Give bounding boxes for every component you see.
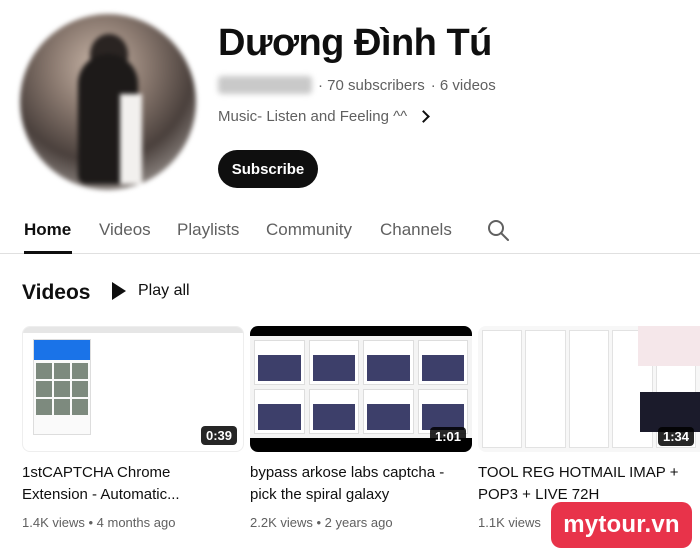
- subscriber-count: · 70 subscribers: [318, 76, 425, 94]
- video-meta: 1.4K views • 4 months ago: [22, 515, 176, 530]
- play-icon: [112, 282, 126, 300]
- channel-about-link[interactable]: Music- Listen and Feeling ^^: [218, 108, 431, 125]
- video-duration: 0:39: [200, 426, 237, 445]
- video-age: 2 years ago: [324, 515, 393, 530]
- watermark-logo: mytour.vn: [551, 502, 692, 548]
- video-views: 1.1K views: [478, 515, 541, 530]
- channel-name: Dương Đình Tú: [218, 22, 492, 64]
- chevron-right-icon: [417, 110, 431, 123]
- video-age: 4 months ago: [96, 515, 176, 530]
- play-all-label: Play all: [138, 282, 190, 299]
- channel-header: Dương Đình Tú · 70 subscribers · 6 video…: [0, 0, 700, 205]
- video-meta: 2.2K views • 2 years ago: [250, 515, 393, 530]
- active-tab-indicator: [24, 251, 72, 254]
- video-views: 1.4K views: [22, 515, 85, 530]
- channel-avatar[interactable]: [20, 14, 196, 190]
- channel-tabs: Home Videos Playlists Community Channels: [0, 210, 700, 254]
- channel-about-text: Music- Listen and Feeling ^^: [218, 108, 408, 125]
- channel-meta: · 70 subscribers · 6 videos: [218, 76, 496, 94]
- tab-community[interactable]: Community: [266, 220, 352, 240]
- search-icon[interactable]: [486, 218, 510, 242]
- video-count: · 6 videos: [430, 76, 496, 94]
- video-title[interactable]: TOOL REG HOTMAIL IMAP + POP3 + LIVE 72H: [478, 462, 696, 506]
- video-title[interactable]: 1stCAPTCHA Chrome Extension - Automatic.…: [22, 462, 240, 506]
- video-duration: 1:34: [657, 427, 694, 446]
- tab-videos[interactable]: Videos: [99, 220, 151, 240]
- video-thumbnail[interactable]: 1:34: [478, 326, 700, 452]
- channel-handle-blurred: [218, 76, 312, 94]
- play-all-button[interactable]: Play all: [112, 282, 190, 300]
- video-duration: 1:01: [429, 427, 466, 446]
- tab-channels[interactable]: Channels: [380, 220, 452, 240]
- section-title: Videos: [22, 281, 91, 304]
- tab-playlists[interactable]: Playlists: [177, 220, 239, 240]
- subscribe-button[interactable]: Subscribe: [218, 150, 318, 188]
- video-meta: 1.1K views: [478, 515, 541, 530]
- tab-home[interactable]: Home: [24, 220, 71, 240]
- video-thumbnail[interactable]: 0:39: [22, 326, 244, 452]
- video-thumbnail[interactable]: 1:01: [250, 326, 472, 452]
- video-views: 2.2K views: [250, 515, 313, 530]
- video-title[interactable]: bypass arkose labs captcha - pick the sp…: [250, 462, 468, 506]
